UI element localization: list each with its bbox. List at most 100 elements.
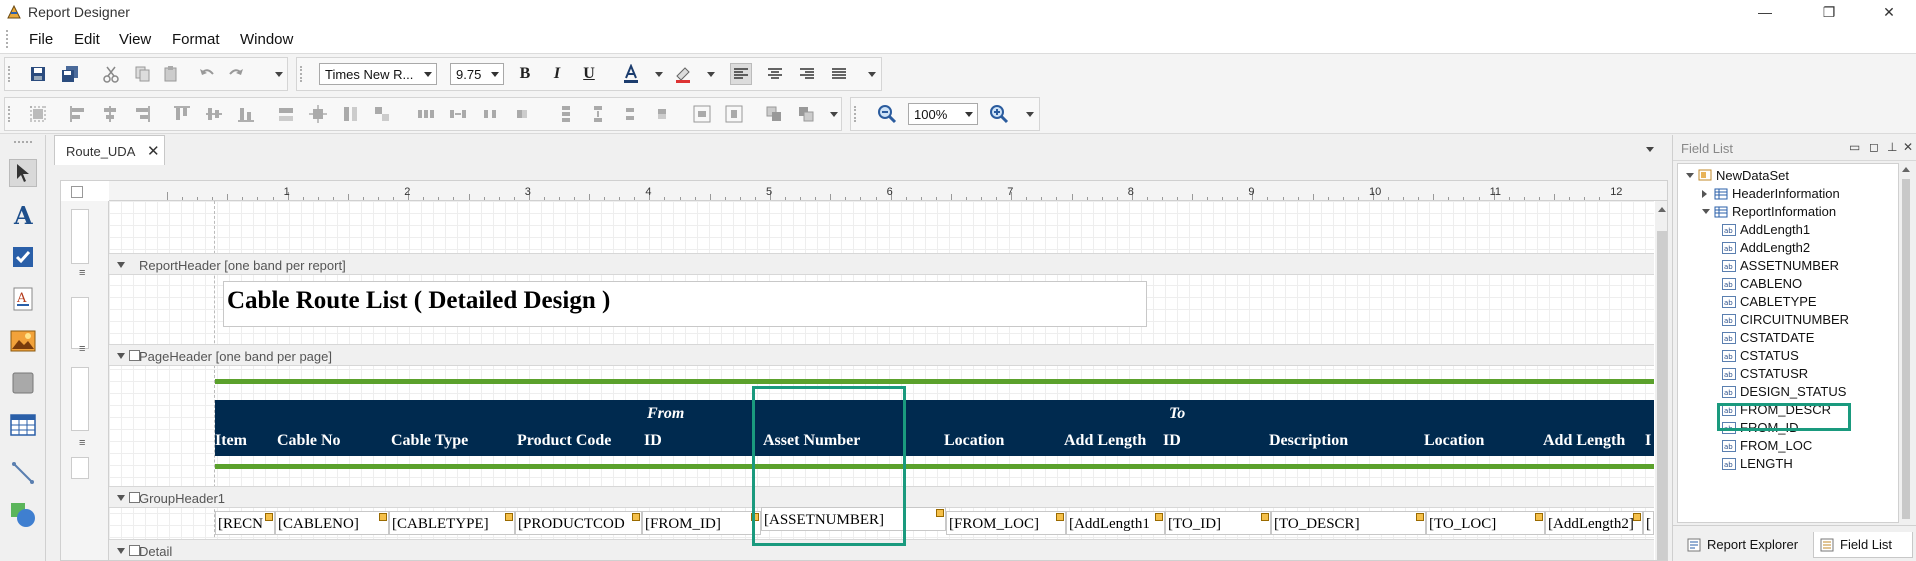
- bring-to-front-icon[interactable]: [763, 103, 785, 125]
- checkbox-tool-icon[interactable]: [9, 243, 37, 271]
- panel-tool-icon[interactable]: [9, 369, 37, 397]
- band-page-header[interactable]: PageHeader [one band per page]: [109, 344, 1654, 366]
- smart-tag-icon[interactable]: [1535, 513, 1543, 521]
- align-right-icon[interactable]: [796, 63, 818, 85]
- align-centers-icon[interactable]: [99, 103, 121, 125]
- smart-tag-icon[interactable]: [505, 513, 513, 521]
- col-cable-no[interactable]: Cable No: [277, 432, 341, 450]
- expand-icon[interactable]: [1702, 190, 1707, 198]
- field-item-cabletype[interactable]: CABLETYPE: [1740, 294, 1817, 309]
- tab-report-explorer[interactable]: Report Explorer: [1681, 532, 1799, 558]
- pointer-tool-icon[interactable]: [9, 159, 37, 187]
- tab-list-dropdown-icon[interactable]: [1646, 147, 1654, 152]
- horizontal-spacing-increase-icon[interactable]: [447, 103, 469, 125]
- align-lefts-icon[interactable]: [67, 103, 89, 125]
- shape-tool-icon[interactable]: [9, 501, 37, 529]
- smart-tag-icon[interactable]: [1416, 513, 1424, 521]
- make-same-size-icon[interactable]: [371, 103, 393, 125]
- toolbar-grip[interactable]: [8, 106, 11, 122]
- band-grip-icon[interactable]: ≡: [79, 437, 85, 449]
- header-top-line[interactable]: [215, 379, 1654, 384]
- smart-tag-icon[interactable]: [1633, 513, 1641, 521]
- node-reportinformation[interactable]: ReportInformation: [1732, 204, 1836, 219]
- smart-tag-icon[interactable]: [1261, 513, 1269, 521]
- horizontal-spacing-equal-icon[interactable]: [415, 103, 437, 125]
- pin-icon[interactable]: ⊥: [1887, 140, 1897, 154]
- field-item-cstatdate[interactable]: CSTATDATE: [1740, 330, 1814, 345]
- scroll-thumb[interactable]: [1657, 231, 1667, 560]
- toolbar-grip[interactable]: [854, 106, 857, 122]
- field-item-length[interactable]: LENGTH: [1740, 456, 1793, 471]
- center-vertically-icon[interactable]: [723, 103, 745, 125]
- field-from-loc[interactable]: [FROM_LOC]: [946, 511, 1066, 535]
- picture-tool-icon[interactable]: [9, 327, 37, 355]
- col-from-location[interactable]: Location: [944, 432, 1004, 450]
- band-grip-icon[interactable]: ≡: [79, 267, 85, 279]
- field-item-from-loc[interactable]: FROM_LOC: [1740, 438, 1812, 453]
- col-to-location[interactable]: Location: [1424, 432, 1484, 450]
- field-item-design-status[interactable]: DESIGN_STATUS: [1740, 384, 1846, 399]
- smart-tag-icon[interactable]: [632, 513, 640, 521]
- node-newdataset[interactable]: NewDataSet: [1716, 168, 1789, 183]
- horizontal-spacing-decrease-icon[interactable]: [479, 103, 501, 125]
- col-from-add-length[interactable]: Add Length: [1064, 432, 1146, 450]
- table-tool-icon[interactable]: [9, 411, 37, 439]
- line-tool-icon[interactable]: [9, 459, 37, 487]
- field-overflow[interactable]: [: [1643, 511, 1654, 535]
- paste-icon[interactable]: [160, 63, 182, 85]
- scroll-up-icon[interactable]: [1902, 167, 1910, 172]
- col-cable-type[interactable]: Cable Type: [391, 432, 468, 450]
- band-report-header[interactable]: ReportHeader [one band per report]: [109, 253, 1654, 275]
- restore-button[interactable]: ❐: [1806, 0, 1852, 24]
- menu-file[interactable]: File: [29, 31, 53, 48]
- toolbar-overflow-icon[interactable]: [1026, 112, 1034, 117]
- node-headerinformation[interactable]: HeaderInformation: [1732, 186, 1840, 201]
- close-window-button[interactable]: ✕: [1866, 0, 1912, 24]
- make-same-height-icon[interactable]: [339, 103, 361, 125]
- scroll-thumb[interactable]: [1902, 179, 1910, 519]
- bold-button[interactable]: B: [514, 63, 536, 85]
- smart-tag-icon[interactable]: [379, 513, 387, 521]
- save-icon[interactable]: [27, 63, 49, 85]
- font-size-select[interactable]: 9.75: [450, 63, 504, 85]
- field-addlength1[interactable]: [AddLength1: [1066, 511, 1165, 535]
- richtext-tool-icon[interactable]: A: [9, 285, 37, 313]
- from-group-label[interactable]: From: [647, 405, 684, 423]
- designer-vertical-scrollbar[interactable]: [1655, 201, 1667, 560]
- field-recn[interactable]: [RECN: [215, 511, 275, 535]
- font-color-icon[interactable]: [620, 63, 642, 85]
- collapse-icon[interactable]: [1686, 173, 1694, 178]
- justify-icon[interactable]: [828, 63, 850, 85]
- field-addlength2[interactable]: [AddLength2]: [1545, 511, 1643, 535]
- report-title-label[interactable]: Cable Route List ( Detailed Design ): [223, 281, 1147, 327]
- smart-tag-icon[interactable]: [1056, 513, 1064, 521]
- field-item-cableno[interactable]: CABLENO: [1740, 276, 1802, 291]
- align-rights-icon[interactable]: [131, 103, 153, 125]
- scroll-up-icon[interactable]: [1658, 207, 1666, 212]
- align-bottoms-icon[interactable]: [235, 103, 257, 125]
- align-left-icon[interactable]: [730, 63, 752, 85]
- toolbar-overflow-icon[interactable]: [275, 72, 283, 77]
- band-grip-icon[interactable]: ≡: [79, 343, 85, 355]
- menu-format[interactable]: Format: [172, 31, 220, 48]
- zoom-out-icon[interactable]: [876, 103, 898, 125]
- label-tool-icon[interactable]: A: [9, 201, 37, 229]
- smart-tag-icon[interactable]: [265, 513, 273, 521]
- undo-icon[interactable]: [196, 63, 218, 85]
- underline-button[interactable]: U: [578, 63, 600, 85]
- tab-route-uda[interactable]: Route_UDA ✕: [54, 135, 165, 165]
- collapse-icon[interactable]: [117, 495, 125, 501]
- collapse-icon[interactable]: [117, 262, 125, 268]
- ruler-corner-button[interactable]: [71, 186, 83, 198]
- tab-field-list[interactable]: Field List: [1813, 532, 1913, 558]
- copy-icon[interactable]: [132, 63, 154, 85]
- col-item[interactable]: Item: [215, 432, 247, 450]
- collapse-icon[interactable]: [117, 353, 125, 359]
- field-cableno[interactable]: [CABLENO]: [275, 511, 389, 535]
- column-header-bar[interactable]: From To Item Cable No Cable Type Product…: [215, 400, 1654, 456]
- send-to-back-icon[interactable]: [795, 103, 817, 125]
- make-same-width-icon[interactable]: [275, 103, 297, 125]
- collapse-icon[interactable]: [117, 548, 125, 554]
- center-horizontally-icon[interactable]: [691, 103, 713, 125]
- save-all-icon[interactable]: [59, 63, 81, 85]
